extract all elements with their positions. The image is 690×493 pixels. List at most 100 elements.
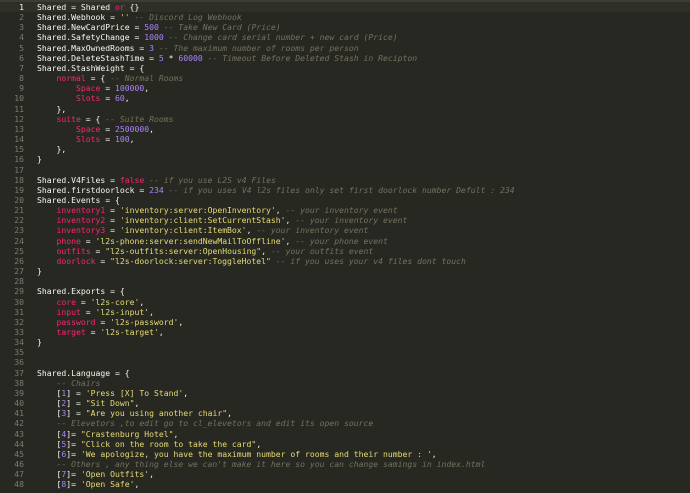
code-line[interactable]: 48 [8]= 'Open Safe', [0,479,690,489]
code-token: core [56,296,77,307]
line-content: normal = { -- Normal Rooms [37,73,184,84]
code-line[interactable]: 31 input = 'l2s-input', [0,307,690,317]
line-number: 2 [19,12,24,23]
code-line[interactable]: 13 Space = 2500000, [0,124,690,134]
code-line[interactable]: 26 doorlock = "l2s-doorlock:server:Toggl… [0,256,690,266]
code-line[interactable]: 43 [4]= "Crastenburg Hotel", [0,429,690,439]
code-line[interactable]: 27} [0,266,690,276]
code-line[interactable]: 15 }, [0,144,690,154]
code-token: , [183,387,189,398]
code-token: = { [85,73,111,84]
code-line[interactable]: 29 Shared.Exports = { [0,286,690,296]
code-line[interactable]: 42 -- Elevetors ,to edit go to cl_elevet… [0,418,690,428]
code-token: = [129,32,145,43]
code-token: V4Files [71,174,106,185]
code-editor[interactable]: 1 Shared = Shared or {} 2 Shared.Webhook = … [0,0,690,493]
code-line[interactable]: 40 [2] = "Sit Down", [0,398,690,408]
code-line[interactable]: 14 Slots = 100, [0,134,690,144]
code-line[interactable]: 22 inventory2 = 'inventory:client:SetCur… [0,215,690,225]
line-content: inventory1 = 'inventory:server:OpenInven… [37,205,398,215]
line-number: 4 [19,32,24,43]
line-content: outfits = "l2s-outfits:server:OpenHousin… [37,246,374,256]
code-line[interactable]: 23 inventory3 = 'inventory:client:ItemBo… [0,225,690,235]
code-line[interactable]: 20 Shared.Events = { [0,195,690,205]
code-line[interactable]: 11 }, [0,104,690,114]
code-line[interactable]: 3 Shared.NewCardPrice = 500 -- Take New C… [0,22,690,32]
line-number: 34 [14,337,24,348]
code-line[interactable]: 2 Shared.Webhook = '' -- Discord Log Webh… [0,12,690,22]
line-content: target = 'l2s-target', [37,327,164,337]
code-line[interactable]: 30 core = 'l2s-core', [0,297,690,307]
code-line[interactable]: 33 target = 'l2s-target', [0,327,690,337]
code-line[interactable]: 44 [5]= "Click on the room to take the c… [0,439,690,449]
code-line[interactable]: 18 Shared.V4Files = false -- if you use L… [0,175,690,185]
code-line[interactable]: 19 Shared.firstdoorlock = 234 -- if you u… [0,185,690,195]
code-line[interactable]: 7 Shared.StashWeight = { [0,63,690,73]
code-line[interactable]: 47 [7]= 'Open Outfits', [0,469,690,479]
line-number: 31 [14,306,24,317]
line-number: 39 [14,387,24,398]
code-line[interactable]: 41 [3] = "Are you using another chair", [0,408,690,418]
code-area[interactable]: 1 Shared = Shared or {} 2 Shared.Webhook = … [0,2,690,490]
line-content: Shared.firstdoorlock = 234 -- if you use… [37,185,515,195]
code-line[interactable]: 24 phone = 'l2s-phone:server:sendNewMail… [0,236,690,246]
code-line[interactable]: 1 Shared = Shared or {} [0,2,690,13]
code-token: } [37,154,42,165]
code-token: = [105,225,120,236]
code-line[interactable]: 9 Space = 100000, [0,83,690,93]
code-token: inventory1 [56,205,106,216]
code-token: = [95,255,111,266]
line-number: 9 [19,83,24,94]
code-token: = [100,123,115,134]
code-line[interactable]: 38 -- Chairs [0,378,690,388]
code-line[interactable]: 21 inventory1 = 'inventory:server:OpenIn… [0,205,690,215]
line-number: 29 [14,286,24,297]
code-line[interactable]: 25 outfits = "l2s-outfits:server:OpenHou… [0,246,690,256]
code-token: , [124,93,130,104]
code-token: -- Normal Rooms [110,73,184,84]
code-token: Language [71,367,111,378]
code-line[interactable]: 39 [1] = 'Press [X] To Stand', [0,388,690,398]
line-content: Shared.Language = { [37,368,130,378]
code-line[interactable]: 46 -- Others , any thing else we can't m… [0,459,690,469]
code-token: , [285,235,296,246]
code-line[interactable]: 32 password = 'l2s-password', [0,317,690,327]
line-content: [7]= 'Open Outfits', [37,469,154,479]
line-number: 33 [14,327,24,337]
line-number: 20 [14,194,24,205]
code-line[interactable]: 28 [0,276,690,286]
code-token: suite [56,113,81,124]
code-line[interactable]: 17 [0,165,690,175]
code-token: 'Press [X] To Stand' [85,387,184,398]
code-token: 2500000 [114,123,150,134]
code-line[interactable]: 34} [0,337,690,347]
line-number: 17 [14,164,24,175]
code-token: 'We apologize, you have the maximum numb… [80,448,432,459]
code-line[interactable]: 6 Shared.DeleteStashTime = 5 * 60000 -- T… [0,53,690,63]
code-line[interactable]: 5 Shared.MaxOwnedRooms = 3 -- The maximum… [0,43,690,53]
code-line[interactable]: 35 [0,347,690,357]
code-line[interactable]: 10 Slots = 60, [0,93,690,103]
code-token: , [246,225,257,236]
code-line[interactable]: 4 Shared.SafetyChange = 1000 -- Change ca… [0,32,690,42]
code-token: DeleteStashTime [71,52,145,63]
code-line[interactable]: 36 [0,357,690,367]
code-line[interactable]: 12 suite = { -- Suite Rooms [0,114,690,124]
code-line[interactable]: 8 normal = { -- Normal Rooms [0,73,690,83]
code-line[interactable]: 45 [6]= 'We apologize, you have the maxi… [0,449,690,459]
code-token: -- Take New Card (Price) [158,22,281,33]
code-token: -- your inventory event [295,215,408,226]
code-line[interactable]: 37 Shared.Language = { [0,368,690,378]
code-line[interactable]: 16} [0,154,690,164]
code-token: , [256,438,262,449]
